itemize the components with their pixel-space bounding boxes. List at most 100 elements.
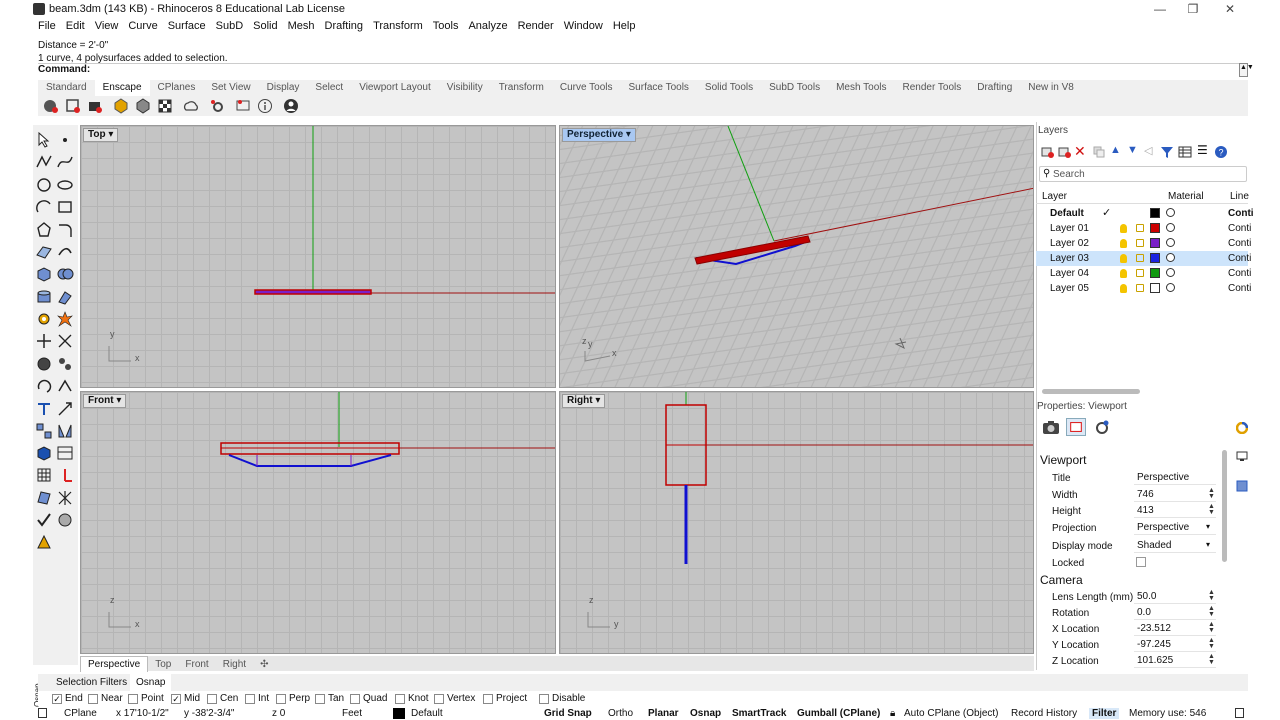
menu-tools[interactable]: Tools [428,18,464,34]
move-down-icon[interactable]: ▼ [1127,144,1138,156]
menu-surface[interactable]: Surface [163,18,211,34]
layer-row-default[interactable]: Default ✓ Conti [1036,206,1254,221]
rectangle-icon[interactable] [56,198,74,216]
render-icon[interactable] [35,533,53,551]
menu-edit[interactable]: Edit [61,18,90,34]
mesh-grid-icon[interactable] [35,466,53,484]
tab-display[interactable]: Display [259,80,308,96]
projection-dropdown[interactable]: Perspective [1134,520,1216,535]
sphere-icon[interactable] [56,511,74,529]
toggle-smarttrack[interactable]: SmartTrack [732,708,786,719]
toggle-planar[interactable]: Planar [648,708,679,719]
new-sublayer-icon[interactable] [1057,145,1071,159]
status-units[interactable]: Feet [342,708,362,719]
delete-layer-icon[interactable]: ✕ [1074,143,1086,160]
boolean-union-icon[interactable] [56,265,74,283]
status-panel-icon[interactable] [1235,708,1244,718]
tab-subd-tools[interactable]: SubD Tools [761,80,828,96]
column-linetype[interactable]: Line [1230,191,1249,202]
toggle-ortho[interactable]: Ortho [608,708,633,719]
layout-icon[interactable] [56,444,74,462]
tab-select[interactable]: Select [307,80,351,96]
material-icon[interactable] [1166,223,1175,232]
osnap-int[interactable]: Int [245,693,269,704]
prop-width-field[interactable]: 746 [1134,487,1216,502]
mesh-sphere-icon[interactable] [35,355,53,373]
rotate-icon[interactable] [35,377,53,395]
viewport-top[interactable]: y x Top ▾ [80,125,556,388]
prop-height-field[interactable]: 413 [1134,503,1216,518]
tab-enscape[interactable]: Enscape [94,80,150,96]
extrude-surface-icon[interactable] [56,288,74,306]
network-icon[interactable] [56,489,74,507]
layer-row-selected[interactable]: Layer 03 Conti [1036,251,1251,266]
maximize-button[interactable]: ❐ [1183,2,1203,16]
column-material[interactable]: Material [1168,191,1204,202]
rotation-field[interactable]: 0.0 [1134,605,1216,620]
enscape-views-icon[interactable] [235,98,251,114]
display-icon[interactable] [1236,480,1248,492]
lightbulb-icon[interactable] [1120,284,1127,293]
osnap-quad[interactable]: Quad [350,693,387,704]
menu-help[interactable]: Help [608,18,641,34]
toggle-osnap[interactable]: Osnap [690,708,721,719]
osnap-point[interactable]: Point [128,693,164,704]
status-cplane[interactable]: CPlane [64,708,97,719]
menu-file[interactable]: File [33,18,61,34]
properties-scrollbar[interactable] [1222,450,1227,562]
osnap-project[interactable]: Project [483,693,527,704]
viewport-label-perspective[interactable]: Perspective ▾ [562,128,636,142]
menu-drafting[interactable]: Drafting [320,18,369,34]
viewport-label-top[interactable]: Top ▾ [83,128,119,142]
move-out-icon[interactable]: ◁ [1144,144,1152,157]
tab-viewport-layout[interactable]: Viewport Layout [351,80,439,96]
lens-length-field[interactable]: 50.0 [1134,589,1216,604]
render-settings-icon[interactable] [1092,418,1112,436]
toggle-grid-snap[interactable]: Grid Snap [544,708,592,719]
layer-row[interactable]: Layer 02 Conti [1036,236,1251,251]
move-icon[interactable] [35,332,53,350]
move-up-icon[interactable]: ▲ [1110,144,1121,156]
scale-icon[interactable] [56,400,74,418]
lock-icon[interactable] [1136,284,1144,292]
check-icon[interactable] [35,511,53,529]
new-layer-icon[interactable] [1040,145,1054,159]
tab-surface-tools[interactable]: Surface Tools [621,80,697,96]
extrude-curve-icon[interactable] [56,243,74,261]
shell-icon[interactable] [35,489,53,507]
viewport-tab-front[interactable]: Front [178,657,215,672]
command-prompt[interactable]: Command: [38,63,1248,78]
menu-solid[interactable]: Solid [248,18,282,34]
explode-icon[interactable] [56,310,74,328]
enscape-checker-icon[interactable] [157,98,173,114]
menu-render[interactable]: Render [513,18,559,34]
lightbulb-icon[interactable] [1120,254,1127,263]
array-icon[interactable] [35,422,53,440]
tab-render-tools[interactable]: Render Tools [894,80,969,96]
color-wheel-icon[interactable] [1236,422,1248,434]
toggle-filter[interactable]: Filter [1089,708,1120,719]
tab-set-view[interactable]: Set View [203,80,258,96]
camera-icon[interactable] [1041,418,1061,436]
minimize-button[interactable]: — [1150,2,1170,16]
layer-color-swatch[interactable] [1150,208,1160,218]
osnap-perp[interactable]: Perp [276,693,310,704]
help-icon[interactable]: ? [1214,145,1228,159]
x-location-field[interactable]: -23.512 [1134,621,1216,636]
cylinder-icon[interactable] [35,288,53,306]
tab-transform[interactable]: Transform [491,80,552,96]
menu-curve[interactable]: Curve [123,18,162,34]
tab-visibility[interactable]: Visibility [439,80,491,96]
lightbulb-icon[interactable] [1120,224,1127,233]
prop-title-field[interactable]: Perspective [1134,470,1216,485]
ellipse-icon[interactable] [56,176,74,194]
osnap-vertex[interactable]: Vertex [434,693,475,704]
add-viewport-tab-icon[interactable]: ✣ [253,657,275,672]
osnap-cen[interactable]: Cen [207,693,238,704]
menu-icon[interactable]: ☰ [1197,143,1208,157]
layer-search-box[interactable]: ⚲ Search [1039,166,1247,182]
select-arrow-icon[interactable] [35,131,53,149]
enscape-start-icon[interactable] [43,98,59,114]
polygon-icon[interactable] [35,221,53,239]
viewport-label-front[interactable]: Front ▾ [83,394,127,408]
